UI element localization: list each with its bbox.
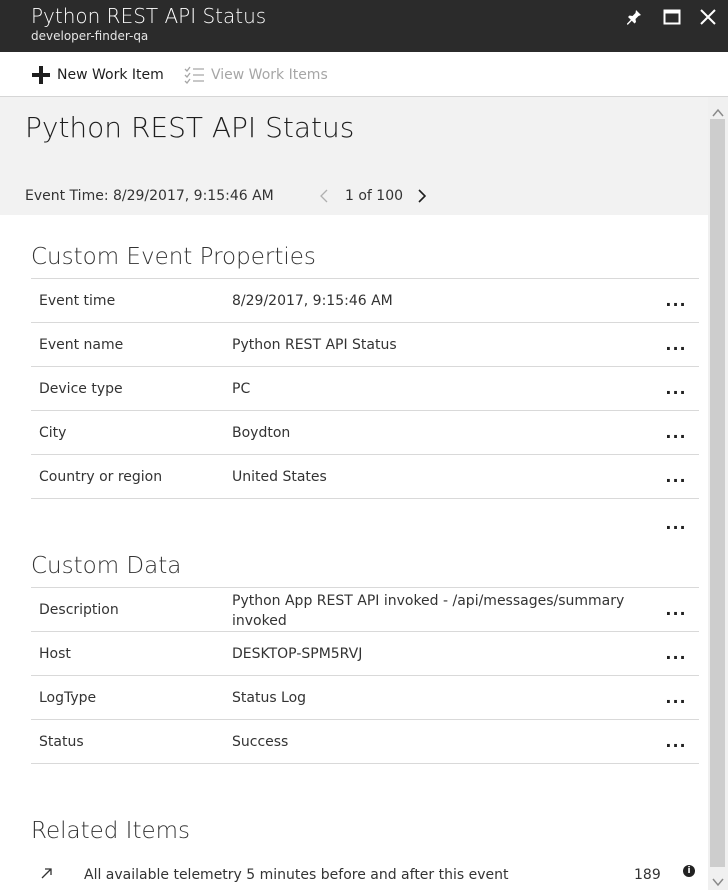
property-value: Status Log bbox=[232, 690, 307, 706]
property-name: Status bbox=[39, 734, 84, 750]
more-options-button[interactable]: ... bbox=[664, 293, 688, 309]
view-work-items-button[interactable]: View Work Items bbox=[184, 52, 328, 97]
more-options-button[interactable]: ... bbox=[664, 469, 688, 485]
maximize-icon[interactable] bbox=[661, 6, 683, 28]
scroll-up-arrow-icon[interactable] bbox=[712, 103, 724, 117]
custom-event-properties-title: Custom Event Properties bbox=[31, 244, 316, 270]
table-row: Event name Python REST API Status ... bbox=[31, 323, 699, 367]
related-item[interactable]: All available telemetry 5 minutes before… bbox=[31, 863, 699, 887]
section-more-options-button[interactable]: ... bbox=[664, 516, 688, 532]
info-icon[interactable]: i bbox=[683, 865, 695, 877]
table-row: Event time 8/29/2017, 9:15:46 AM ... bbox=[31, 279, 699, 323]
chevron-right-icon[interactable] bbox=[414, 185, 430, 207]
scroll-down-arrow-icon[interactable] bbox=[712, 872, 724, 887]
related-item-count: 189 bbox=[634, 867, 661, 883]
more-options-button[interactable]: ... bbox=[664, 425, 688, 441]
more-options-button[interactable]: ... bbox=[664, 646, 688, 662]
custom-data-title: Custom Data bbox=[31, 553, 182, 579]
property-value: United States bbox=[232, 469, 327, 485]
plus-icon bbox=[31, 65, 51, 85]
table-row: LogType Status Log ... bbox=[31, 676, 699, 720]
related-items-title: Related Items bbox=[31, 818, 191, 844]
table-row: Status Success ... bbox=[31, 720, 699, 764]
table-row: Host DESKTOP-SPM5RVJ ... bbox=[31, 632, 699, 676]
more-options-button[interactable]: ... bbox=[664, 381, 688, 397]
property-name: Event time bbox=[39, 293, 116, 309]
property-value: Python App REST API invoked - /api/messa… bbox=[232, 593, 625, 629]
new-work-item-label: New Work Item bbox=[57, 66, 164, 83]
arrow-up-right-icon bbox=[39, 865, 55, 881]
custom-event-properties-table: Event time 8/29/2017, 9:15:46 AM ... Eve… bbox=[31, 278, 699, 499]
property-name: City bbox=[39, 425, 67, 441]
checklist-icon bbox=[184, 66, 205, 84]
pin-icon[interactable] bbox=[623, 6, 645, 28]
custom-data-table: Description Python App REST API invoked … bbox=[31, 587, 699, 764]
event-header: Python REST API Status Event Time: 8/29/… bbox=[0, 97, 708, 215]
property-name: Country or region bbox=[39, 469, 163, 485]
page-title: Python REST API Status bbox=[25, 111, 355, 144]
view-work-items-label: View Work Items bbox=[211, 66, 328, 83]
chevron-left-icon[interactable] bbox=[316, 185, 332, 207]
vertical-scrollbar[interactable] bbox=[708, 97, 728, 890]
property-name: Device type bbox=[39, 381, 123, 397]
property-name: LogType bbox=[39, 690, 97, 706]
close-icon[interactable] bbox=[697, 6, 719, 28]
more-options-button[interactable]: ... bbox=[664, 690, 688, 706]
table-row: Country or region United States ... bbox=[31, 455, 699, 499]
table-row: Description Python App REST API invoked … bbox=[31, 588, 699, 632]
title-bar: Python REST API Status developer-finder-… bbox=[0, 0, 728, 52]
scrollbar-thumb[interactable] bbox=[710, 119, 725, 867]
property-value: Success bbox=[232, 734, 289, 750]
property-name: Description bbox=[39, 602, 119, 618]
command-bar: New Work Item View Work Items bbox=[0, 52, 728, 97]
more-options-button[interactable]: ... bbox=[664, 734, 688, 750]
table-row: Device type PC ... bbox=[31, 367, 699, 411]
event-time-label: Event Time: 8/29/2017, 9:15:46 AM bbox=[25, 188, 274, 204]
window-subtitle: developer-finder-qa bbox=[31, 29, 149, 43]
more-options-button[interactable]: ... bbox=[664, 602, 688, 618]
pager-position: 1 of 100 bbox=[345, 188, 404, 204]
related-item-label[interactable]: All available telemetry 5 minutes before… bbox=[84, 866, 509, 884]
property-value: 8/29/2017, 9:15:46 AM bbox=[232, 293, 393, 309]
table-row: City Boydton ... bbox=[31, 411, 699, 455]
property-name: Host bbox=[39, 646, 71, 662]
more-options-button[interactable]: ... bbox=[664, 337, 688, 353]
new-work-item-button[interactable]: New Work Item bbox=[31, 52, 164, 97]
property-value: DESKTOP-SPM5RVJ bbox=[232, 646, 363, 662]
property-value: Python REST API Status bbox=[232, 337, 397, 353]
property-value: Boydton bbox=[232, 425, 291, 441]
property-name: Event name bbox=[39, 337, 124, 353]
details-blade: Python REST API Status Event Time: 8/29/… bbox=[0, 97, 708, 890]
window-title: Python REST API Status bbox=[31, 4, 267, 28]
property-value: PC bbox=[232, 381, 251, 397]
